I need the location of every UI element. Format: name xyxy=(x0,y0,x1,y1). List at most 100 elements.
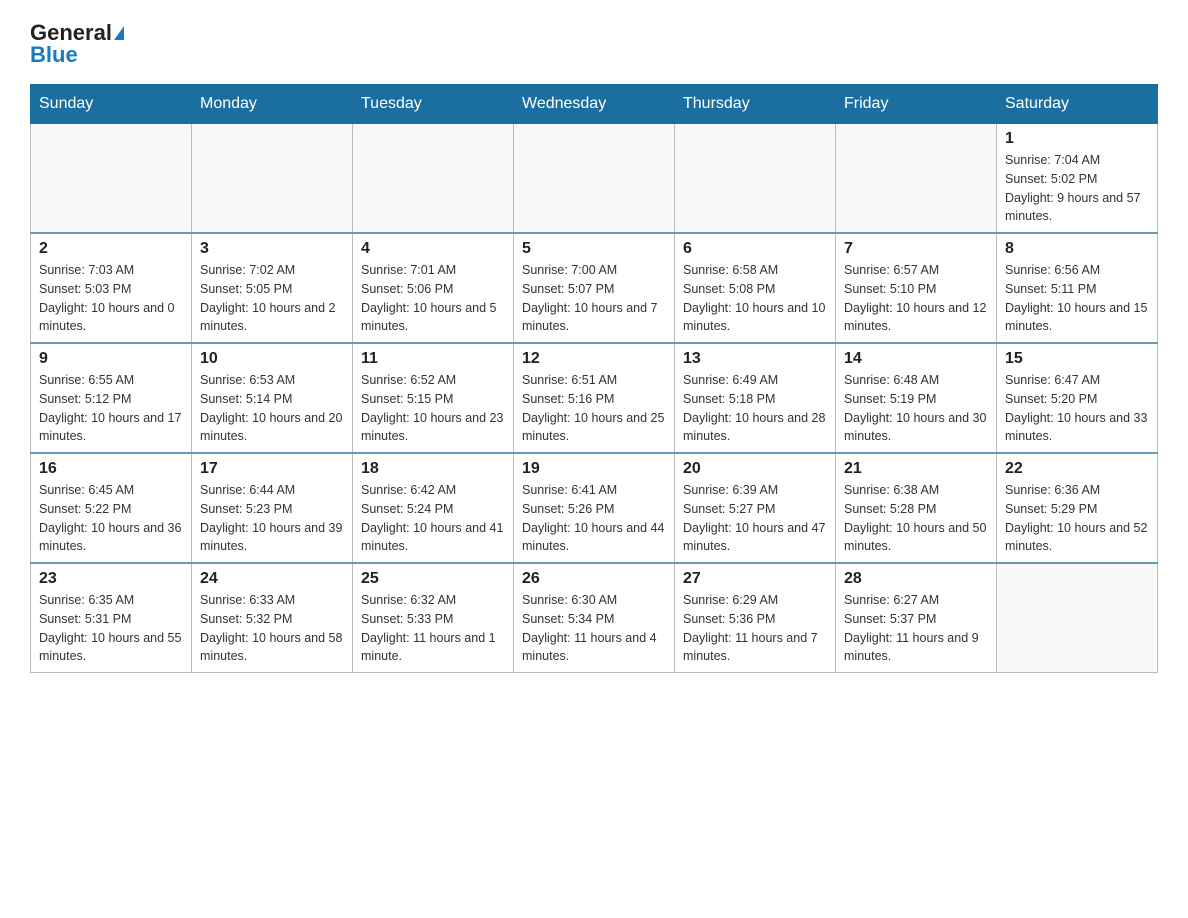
day-number: 4 xyxy=(361,240,505,258)
day-number: 15 xyxy=(1005,350,1149,368)
day-info: Sunrise: 6:45 AM Sunset: 5:22 PM Dayligh… xyxy=(39,481,183,556)
calendar-cell: 8Sunrise: 6:56 AM Sunset: 5:11 PM Daylig… xyxy=(997,233,1158,343)
day-number: 9 xyxy=(39,350,183,368)
calendar-cell: 18 Sunrise: 6:42 AM Sunset: 5:24 PM Dayli… xyxy=(353,453,514,563)
day-number: 17 xyxy=(200,460,344,478)
day-header-wednesday: Wednesday xyxy=(514,85,675,124)
day-header-friday: Friday xyxy=(836,85,997,124)
calendar-cell: 25 Sunrise: 6:32 AM Sunset: 5:33 PM Dayli… xyxy=(353,563,514,673)
day-info: Sunrise: 6:47 AM Sunset: 5:20 PM Dayligh… xyxy=(1005,371,1149,446)
calendar-header-row: SundayMondayTuesdayWednesdayThursdayFrid… xyxy=(31,85,1158,124)
day-info: Sunrise: 6:55 AM Sunset: 5:12 PM Dayligh… xyxy=(39,371,183,446)
calendar-cell: 15 Sunrise: 6:47 AM Sunset: 5:20 PM Dayli… xyxy=(997,343,1158,453)
calendar-cell: 19Sunrise: 6:41 AM Sunset: 5:26 PM Dayli… xyxy=(514,453,675,563)
day-number: 5 xyxy=(522,240,666,258)
calendar-cell: 9 Sunrise: 6:55 AM Sunset: 5:12 PM Daylig… xyxy=(31,343,192,453)
page-header: General Blue xyxy=(30,20,1158,68)
calendar-cell: 24 Sunrise: 6:33 AM Sunset: 5:32 PM Dayli… xyxy=(192,563,353,673)
day-info: Sunrise: 6:38 AM Sunset: 5:28 PM Dayligh… xyxy=(844,481,988,556)
day-header-tuesday: Tuesday xyxy=(353,85,514,124)
calendar-cell: 1 Sunrise: 7:04 AM Sunset: 5:02 PM Daylig… xyxy=(997,124,1158,234)
day-info: Sunrise: 6:32 AM Sunset: 5:33 PM Dayligh… xyxy=(361,591,505,666)
day-info: Sunrise: 6:51 AM Sunset: 5:16 PM Dayligh… xyxy=(522,371,666,446)
calendar-cell: 5 Sunrise: 7:00 AM Sunset: 5:07 PM Daylig… xyxy=(514,233,675,343)
calendar-cell xyxy=(675,124,836,234)
day-number: 1 xyxy=(1005,130,1149,148)
day-number: 20 xyxy=(683,460,827,478)
day-info: Sunrise: 6:39 AM Sunset: 5:27 PM Dayligh… xyxy=(683,481,827,556)
day-info: Sunrise: 6:27 AM Sunset: 5:37 PM Dayligh… xyxy=(844,591,988,666)
calendar-cell: 22 Sunrise: 6:36 AM Sunset: 5:29 PM Dayli… xyxy=(997,453,1158,563)
day-number: 23 xyxy=(39,570,183,588)
calendar-cell: 6 Sunrise: 6:58 AM Sunset: 5:08 PM Daylig… xyxy=(675,233,836,343)
day-number: 26 xyxy=(522,570,666,588)
day-info: Sunrise: 6:53 AM Sunset: 5:14 PM Dayligh… xyxy=(200,371,344,446)
day-info: Sunrise: 6:29 AM Sunset: 5:36 PM Dayligh… xyxy=(683,591,827,666)
day-info: Sunrise: 6:42 AM Sunset: 5:24 PM Dayligh… xyxy=(361,481,505,556)
calendar-cell: 16 Sunrise: 6:45 AM Sunset: 5:22 PM Dayli… xyxy=(31,453,192,563)
calendar-cell xyxy=(31,124,192,234)
day-number: 14 xyxy=(844,350,988,368)
calendar-cell: 14 Sunrise: 6:48 AM Sunset: 5:19 PM Dayli… xyxy=(836,343,997,453)
calendar-cell: 20 Sunrise: 6:39 AM Sunset: 5:27 PM Dayli… xyxy=(675,453,836,563)
day-number: 18 xyxy=(361,460,505,478)
day-number: 19 xyxy=(522,460,666,478)
logo-blue: Blue xyxy=(30,42,78,68)
day-info: Sunrise: 6:44 AM Sunset: 5:23 PM Dayligh… xyxy=(200,481,344,556)
calendar-week-row: 23 Sunrise: 6:35 AM Sunset: 5:31 PM Dayli… xyxy=(31,563,1158,673)
day-info: Sunrise: 7:03 AM Sunset: 5:03 PM Dayligh… xyxy=(39,261,183,336)
logo: General Blue xyxy=(30,20,124,68)
day-number: 7 xyxy=(844,240,988,258)
calendar-cell: 26 Sunrise: 6:30 AM Sunset: 5:34 PM Dayli… xyxy=(514,563,675,673)
calendar-cell: 11 Sunrise: 6:52 AM Sunset: 5:15 PM Dayli… xyxy=(353,343,514,453)
calendar-cell: 3 Sunrise: 7:02 AM Sunset: 5:05 PM Daylig… xyxy=(192,233,353,343)
day-number: 24 xyxy=(200,570,344,588)
calendar-week-row: 9 Sunrise: 6:55 AM Sunset: 5:12 PM Daylig… xyxy=(31,343,1158,453)
day-info: Sunrise: 7:02 AM Sunset: 5:05 PM Dayligh… xyxy=(200,261,344,336)
day-number: 11 xyxy=(361,350,505,368)
logo-triangle-icon xyxy=(114,26,124,40)
day-header-thursday: Thursday xyxy=(675,85,836,124)
calendar-cell: 28 Sunrise: 6:27 AM Sunset: 5:37 PM Dayli… xyxy=(836,563,997,673)
day-info: Sunrise: 6:49 AM Sunset: 5:18 PM Dayligh… xyxy=(683,371,827,446)
calendar-cell xyxy=(353,124,514,234)
calendar-table: SundayMondayTuesdayWednesdayThursdayFrid… xyxy=(30,84,1158,673)
calendar-cell: 17 Sunrise: 6:44 AM Sunset: 5:23 PM Dayli… xyxy=(192,453,353,563)
day-number: 10 xyxy=(200,350,344,368)
day-header-sunday: Sunday xyxy=(31,85,192,124)
day-number: 16 xyxy=(39,460,183,478)
day-number: 22 xyxy=(1005,460,1149,478)
day-info: Sunrise: 6:56 AM Sunset: 5:11 PM Dayligh… xyxy=(1005,261,1149,336)
calendar-cell: 10 Sunrise: 6:53 AM Sunset: 5:14 PM Dayli… xyxy=(192,343,353,453)
calendar-cell: 13Sunrise: 6:49 AM Sunset: 5:18 PM Dayli… xyxy=(675,343,836,453)
calendar-cell xyxy=(514,124,675,234)
day-number: 12 xyxy=(522,350,666,368)
day-info: Sunrise: 6:48 AM Sunset: 5:19 PM Dayligh… xyxy=(844,371,988,446)
calendar-cell: 2Sunrise: 7:03 AM Sunset: 5:03 PM Daylig… xyxy=(31,233,192,343)
day-number: 27 xyxy=(683,570,827,588)
calendar-week-row: 1 Sunrise: 7:04 AM Sunset: 5:02 PM Daylig… xyxy=(31,124,1158,234)
day-info: Sunrise: 6:30 AM Sunset: 5:34 PM Dayligh… xyxy=(522,591,666,666)
day-info: Sunrise: 6:33 AM Sunset: 5:32 PM Dayligh… xyxy=(200,591,344,666)
day-number: 25 xyxy=(361,570,505,588)
calendar-cell xyxy=(192,124,353,234)
calendar-week-row: 16 Sunrise: 6:45 AM Sunset: 5:22 PM Dayli… xyxy=(31,453,1158,563)
calendar-cell: 27 Sunrise: 6:29 AM Sunset: 5:36 PM Dayli… xyxy=(675,563,836,673)
calendar-cell: 12 Sunrise: 6:51 AM Sunset: 5:16 PM Dayli… xyxy=(514,343,675,453)
day-info: Sunrise: 6:52 AM Sunset: 5:15 PM Dayligh… xyxy=(361,371,505,446)
day-info: Sunrise: 7:01 AM Sunset: 5:06 PM Dayligh… xyxy=(361,261,505,336)
calendar-cell: 4 Sunrise: 7:01 AM Sunset: 5:06 PM Daylig… xyxy=(353,233,514,343)
calendar-cell: 21Sunrise: 6:38 AM Sunset: 5:28 PM Dayli… xyxy=(836,453,997,563)
day-info: Sunrise: 6:35 AM Sunset: 5:31 PM Dayligh… xyxy=(39,591,183,666)
calendar-week-row: 2Sunrise: 7:03 AM Sunset: 5:03 PM Daylig… xyxy=(31,233,1158,343)
day-number: 28 xyxy=(844,570,988,588)
day-info: Sunrise: 6:36 AM Sunset: 5:29 PM Dayligh… xyxy=(1005,481,1149,556)
day-header-monday: Monday xyxy=(192,85,353,124)
day-number: 6 xyxy=(683,240,827,258)
day-info: Sunrise: 7:04 AM Sunset: 5:02 PM Dayligh… xyxy=(1005,151,1149,226)
day-info: Sunrise: 7:00 AM Sunset: 5:07 PM Dayligh… xyxy=(522,261,666,336)
calendar-cell xyxy=(836,124,997,234)
day-number: 3 xyxy=(200,240,344,258)
day-info: Sunrise: 6:58 AM Sunset: 5:08 PM Dayligh… xyxy=(683,261,827,336)
day-header-saturday: Saturday xyxy=(997,85,1158,124)
